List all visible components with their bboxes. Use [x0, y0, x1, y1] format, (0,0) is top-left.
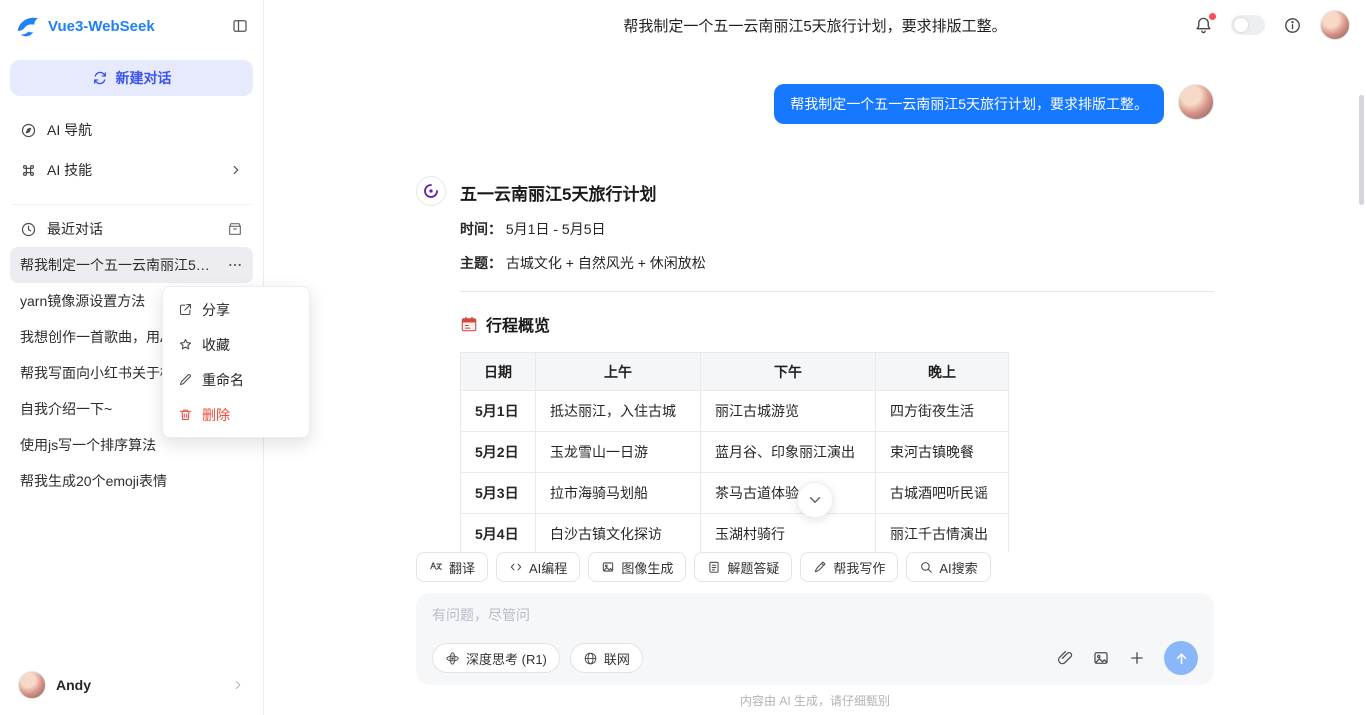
itinerary-section-heading: 行程概览 — [460, 312, 1214, 336]
compass-icon — [20, 122, 37, 139]
composer-toolbar: 深度思考 (R1) 联网 — [432, 641, 1198, 675]
send-button[interactable] — [1164, 641, 1198, 675]
sidebar-divider — [12, 204, 251, 205]
scroll-to-bottom-button[interactable] — [797, 482, 833, 518]
table-row: 5月4日 白沙古镇文化探访 玉湖村骑行 丽江千古情演出 — [461, 514, 1009, 553]
context-menu-delete[interactable]: 删除 — [168, 397, 304, 432]
star-icon — [178, 337, 193, 352]
more-options-icon[interactable] — [227, 257, 243, 273]
main-area: 帮我制定一个五一云南丽江5天旅行计划，要求排版工整。 — [264, 0, 1366, 715]
notification-dot — [1209, 13, 1216, 20]
user-message-bubble: 帮我制定一个五一云南丽江5天旅行计划，要求排版工整。 — [774, 84, 1164, 124]
col-header-morning: 上午 — [536, 353, 701, 391]
image-icon — [601, 560, 615, 574]
plus-icon[interactable] — [1128, 649, 1146, 667]
brand: Vue3-WebSeek — [10, 0, 253, 52]
recent-chats-label: 最近对话 — [47, 219, 103, 239]
chat-history-item[interactable]: 帮我生成20个emoji表情 — [10, 463, 253, 499]
sidebar-collapse-icon[interactable] — [231, 17, 249, 35]
col-header-afternoon: 下午 — [701, 353, 876, 391]
globe-icon — [583, 651, 598, 666]
plan-time: 时间： 5月1日 - 5月5日 — [460, 219, 1214, 239]
refresh-chat-icon — [92, 70, 108, 86]
chat-item-context-menu: 分享 收藏 重命名 删除 — [162, 286, 310, 438]
quick-action-writing[interactable]: 帮我写作 — [800, 552, 898, 582]
context-menu-rename[interactable]: 重命名 — [168, 362, 304, 397]
search-icon — [919, 560, 933, 574]
message-composer: 深度思考 (R1) 联网 — [416, 593, 1214, 685]
pen-icon — [813, 560, 827, 574]
plan-theme: 主题： 古城文化 + 自然风光 + 休闲放松 — [460, 253, 1214, 273]
ai-message-body: 五一云南丽江5天旅行计划 时间： 5月1日 - 5月5日 主题： 古城文化 + … — [460, 176, 1214, 552]
chevron-down-icon — [806, 491, 824, 509]
new-chat-label: 新建对话 — [116, 68, 172, 88]
share-icon — [178, 302, 193, 317]
quick-action-image-gen[interactable]: 图像生成 — [588, 552, 686, 582]
deep-think-toggle[interactable]: 深度思考 (R1) — [432, 643, 560, 673]
quick-action-qa[interactable]: 解题答疑 — [694, 552, 792, 582]
plan-title: 五一云南丽江5天旅行计划 — [460, 176, 1214, 205]
sidebar-item-ai-skill[interactable]: AI 技能 — [10, 150, 253, 190]
quick-action-translate[interactable]: 翻译 — [416, 552, 488, 582]
notifications-bell-icon[interactable] — [1194, 16, 1213, 35]
arrow-up-icon — [1173, 650, 1190, 667]
sidebar-item-ai-nav[interactable]: AI 导航 — [10, 110, 253, 150]
ai-disclaimer: 内容由 AI 生成，请仔细甄别 — [264, 685, 1366, 715]
user-message-row: 帮我制定一个五一云南丽江5天旅行计划，要求排版工整。 — [416, 84, 1214, 124]
quick-actions-row: 翻译 AI编程 图像生成 — [416, 552, 1214, 582]
message-input[interactable] — [432, 605, 1198, 633]
trash-icon — [178, 407, 193, 422]
topbar-controls — [1194, 0, 1350, 50]
chevron-right-icon — [231, 678, 245, 692]
composer-actions — [1056, 641, 1198, 675]
calendar-icon — [460, 315, 478, 333]
document-icon — [707, 560, 721, 574]
archive-icon[interactable] — [227, 221, 243, 237]
context-menu-share[interactable]: 分享 — [168, 292, 304, 327]
quick-action-ai-coding[interactable]: AI编程 — [496, 552, 580, 582]
theme-toggle[interactable] — [1231, 15, 1265, 35]
user-name: Andy — [56, 677, 91, 693]
vertical-scrollbar-thumb[interactable] — [1359, 95, 1364, 205]
sidebar-item-label: AI 技能 — [47, 160, 92, 180]
code-icon — [509, 560, 523, 574]
web-search-toggle[interactable]: 联网 — [570, 643, 643, 673]
user-account-row[interactable]: Andy — [10, 665, 253, 705]
user-avatar — [18, 671, 46, 699]
content-divider — [460, 291, 1214, 292]
deepthink-atom-icon — [445, 651, 460, 666]
profile-avatar[interactable] — [1320, 10, 1350, 40]
history-icon — [20, 221, 37, 238]
user-message-avatar — [1178, 84, 1214, 120]
brand-name: Vue3-WebSeek — [48, 18, 231, 35]
quick-action-ai-search[interactable]: AI搜索 — [906, 552, 990, 582]
translate-icon — [429, 560, 443, 574]
col-header-date: 日期 — [461, 353, 536, 391]
topbar: 帮我制定一个五一云南丽江5天旅行计划，要求排版工整。 — [264, 0, 1366, 50]
itinerary-section-title: 行程概览 — [486, 312, 550, 336]
chat-scroll-area: 帮我制定一个五一云南丽江5天旅行计划，要求排版工整。 五一云南丽江5天旅行计划 … — [264, 50, 1366, 552]
upload-image-icon[interactable] — [1092, 649, 1110, 667]
table-row: 5月2日 玉龙雪山一日游 蓝月谷、印象丽江演出 束河古镇晚餐 — [461, 432, 1009, 473]
sidebar-item-label: AI 导航 — [47, 120, 92, 140]
attachment-paperclip-icon[interactable] — [1056, 649, 1074, 667]
itinerary-table: 日期 上午 下午 晚上 5月1日 抵达丽江，入住古城 丽 — [460, 352, 1009, 552]
chevron-right-icon — [229, 163, 243, 177]
table-row: 5月1日 抵达丽江，入住古城 丽江古城游览 四方街夜生活 — [461, 391, 1009, 432]
recent-chats-header: 最近对话 — [10, 211, 253, 247]
app-window: Vue3-WebSeek 新建对话 AI 导航 — [0, 0, 1366, 715]
app-logo-icon — [14, 13, 40, 39]
rename-icon — [178, 372, 193, 387]
table-row: 5月3日 拉市海骑马划船 茶马古道体验 古城酒吧听民谣 — [461, 473, 1009, 514]
table-header-row: 日期 上午 下午 晚上 — [461, 353, 1009, 391]
assistant-avatar — [416, 176, 446, 206]
context-menu-favorite[interactable]: 收藏 — [168, 327, 304, 362]
new-chat-button[interactable]: 新建对话 — [10, 60, 253, 96]
command-icon — [20, 162, 37, 179]
info-icon[interactable] — [1283, 16, 1302, 35]
col-header-evening: 晚上 — [876, 353, 1009, 391]
chat-history-item[interactable]: 帮我制定一个五一云南丽江5天旅... — [10, 247, 253, 283]
conversation-title: 帮我制定一个五一云南丽江5天旅行计划，要求排版工整。 — [623, 15, 1006, 36]
